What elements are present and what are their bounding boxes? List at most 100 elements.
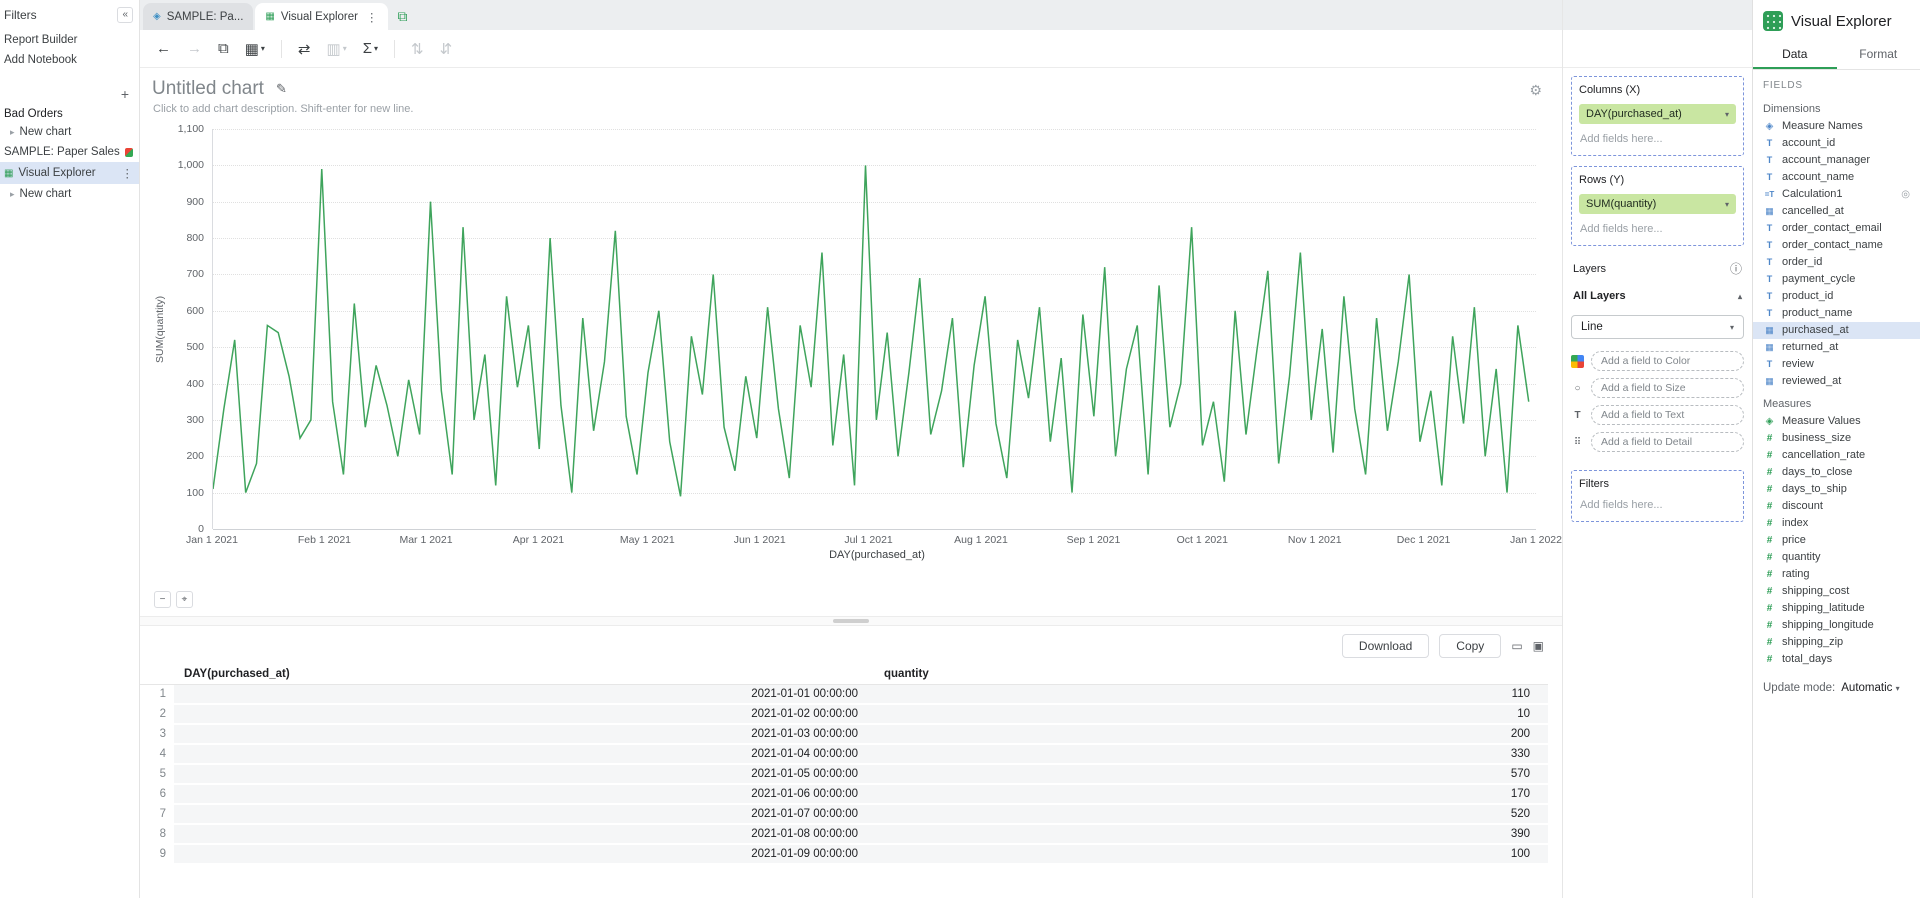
collapse-sidebar-icon[interactable]: «: [117, 7, 133, 23]
measure-field-item[interactable]: rating: [1753, 566, 1920, 583]
encoding-placeholder[interactable]: Add a field to Size: [1591, 378, 1744, 398]
measure-field-item[interactable]: days_to_ship: [1753, 481, 1920, 498]
dimension-field-item[interactable]: Calculation1 ◎: [1753, 186, 1920, 203]
resize-grip[interactable]: [833, 619, 869, 623]
caret-down-icon[interactable]: ▾: [1725, 200, 1729, 209]
add-item-icon[interactable]: +: [121, 86, 129, 102]
dimension-field-item[interactable]: order_contact_email: [1753, 220, 1920, 237]
encoding-placeholder[interactable]: Add a field to Color: [1591, 351, 1744, 371]
tab-format[interactable]: Format: [1837, 40, 1920, 69]
encoding-row[interactable]: Add a field to Color: [1571, 351, 1744, 371]
dimension-field-item[interactable]: order_id: [1753, 254, 1920, 271]
download-button[interactable]: Download: [1342, 634, 1429, 658]
measure-field-item[interactable]: total_days: [1753, 651, 1920, 668]
measure-field-item[interactable]: price: [1753, 532, 1920, 549]
measure-field-item[interactable]: quantity: [1753, 549, 1920, 566]
mark-type-select[interactable]: Line ▾: [1571, 315, 1744, 339]
columns-shelf[interactable]: Columns (X) DAY(purchased_at) ▾ Add fiel…: [1571, 76, 1744, 156]
measure-field-item[interactable]: shipping_zip: [1753, 634, 1920, 651]
dimension-field-item[interactable]: cancelled_at: [1753, 203, 1920, 220]
tab-menu-icon[interactable]: ⋮: [366, 10, 378, 24]
measure-field-item[interactable]: business_size: [1753, 430, 1920, 447]
measure-field-item[interactable]: cancellation_rate: [1753, 447, 1920, 464]
measure-field-item[interactable]: days_to_close: [1753, 464, 1920, 481]
dimension-field-item[interactable]: returned_at: [1753, 339, 1920, 356]
swap-axes-icon[interactable]: ⇄: [298, 40, 311, 58]
chart-description-placeholder[interactable]: Click to add chart description. Shift-en…: [153, 103, 1542, 115]
encoding-placeholder[interactable]: Add a field to Detail: [1591, 432, 1744, 452]
dimension-field-item[interactable]: account_id: [1753, 135, 1920, 152]
column-header-quantity[interactable]: quantity: [874, 664, 1548, 685]
copy-button[interactable]: Copy: [1439, 634, 1501, 658]
encoding-row[interactable]: Add a field to Size: [1571, 378, 1744, 398]
dimension-field-item[interactable]: payment_cycle: [1753, 271, 1920, 288]
sidebar-item-new-chart-2[interactable]: ▸ New chart: [0, 184, 139, 204]
all-layers-row[interactable]: All Layers ▴: [1571, 287, 1744, 305]
sidebar-item-visual-explorer[interactable]: ▦ Visual Explorer ⋮: [0, 162, 139, 184]
sidebar-item-sample-paper-sales[interactable]: SAMPLE: Paper Sales: [0, 142, 139, 162]
chart-type-icon[interactable]: ▦: [245, 40, 265, 58]
edit-title-icon[interactable]: ✎: [276, 81, 287, 97]
update-mode-select[interactable]: Automatic ▾: [1841, 682, 1899, 694]
table-row[interactable]: 5 2021-01-05 00:00:00 570: [140, 764, 1548, 784]
field-pill-sum-quantity[interactable]: SUM(quantity) ▾: [1579, 194, 1736, 214]
expand-table-icon[interactable]: ▣: [1533, 639, 1544, 653]
kebab-menu-icon[interactable]: ⋮: [122, 166, 134, 180]
tab-sample-paper-sales[interactable]: ◈ SAMPLE: Pa...: [143, 3, 253, 30]
dimension-field-item[interactable]: Measure Names: [1753, 118, 1920, 135]
table-row[interactable]: 4 2021-01-04 00:00:00 330: [140, 744, 1548, 764]
field-pill-day-purchased-at[interactable]: DAY(purchased_at) ▾: [1579, 104, 1736, 124]
measure-field-item[interactable]: shipping_longitude: [1753, 617, 1920, 634]
dimension-field-item[interactable]: product_id: [1753, 288, 1920, 305]
pan-icon[interactable]: ⌖: [176, 591, 193, 608]
filters-add-fields-placeholder[interactable]: Add fields here...: [1579, 498, 1736, 514]
sort-asc-icon[interactable]: ⇅: [411, 40, 424, 58]
table-row[interactable]: 6 2021-01-06 00:00:00 170: [140, 784, 1548, 804]
info-icon[interactable]: ⓘ: [1730, 260, 1742, 277]
bin-icon[interactable]: ▥: [327, 40, 347, 58]
dimension-field-item[interactable]: account_name: [1753, 169, 1920, 186]
table-row[interactable]: 8 2021-01-08 00:00:00 390: [140, 824, 1548, 844]
tab-visual-explorer[interactable]: ▦ Visual Explorer ⋮: [255, 3, 387, 30]
measure-field-item[interactable]: shipping_cost: [1753, 583, 1920, 600]
sort-desc-icon[interactable]: ⇵: [440, 40, 453, 58]
chart-title[interactable]: Untitled chart: [152, 78, 264, 100]
dimension-field-item[interactable]: purchased_at: [1753, 322, 1920, 339]
measure-field-item[interactable]: discount: [1753, 498, 1920, 515]
column-header-date[interactable]: DAY(purchased_at): [174, 664, 874, 685]
new-tab-icon[interactable]: ⧉: [398, 8, 408, 25]
rows-shelf[interactable]: Rows (Y) SUM(quantity) ▾ Add fields here…: [1571, 166, 1744, 246]
zoom-out-icon[interactable]: −: [154, 591, 171, 608]
forward-icon[interactable]: →: [187, 40, 202, 57]
sidebar-item-report-builder[interactable]: Report Builder: [0, 30, 139, 50]
caret-down-icon[interactable]: ▾: [1725, 110, 1729, 119]
columns-add-fields-placeholder[interactable]: Add fields here...: [1579, 132, 1736, 148]
dimension-field-item[interactable]: reviewed_at: [1753, 373, 1920, 390]
dimension-field-item[interactable]: review: [1753, 356, 1920, 373]
sidebar-item-new-chart-1[interactable]: ▸ New chart: [0, 122, 139, 142]
measure-field-item[interactable]: index: [1753, 515, 1920, 532]
rows-add-fields-placeholder[interactable]: Add fields here...: [1579, 222, 1736, 238]
dimension-field-item[interactable]: account_manager: [1753, 152, 1920, 169]
table-row[interactable]: 9 2021-01-09 00:00:00 100: [140, 844, 1548, 864]
dimension-field-item[interactable]: order_contact_name: [1753, 237, 1920, 254]
filters-shelf[interactable]: Filters Add fields here...: [1571, 470, 1744, 522]
table-row[interactable]: 1 2021-01-01 00:00:00 110: [140, 685, 1548, 705]
measure-field-item[interactable]: Measure Values: [1753, 413, 1920, 430]
add-cell-icon[interactable]: ⧉: [218, 40, 229, 57]
sidebar-item-add-notebook[interactable]: Add Notebook: [0, 50, 139, 70]
tab-data[interactable]: Data: [1753, 40, 1837, 69]
collapse-table-icon[interactable]: ▭: [1511, 639, 1522, 653]
aggregate-icon[interactable]: Σ: [363, 40, 378, 57]
chart-plot[interactable]: [212, 129, 1536, 529]
table-row[interactable]: 3 2021-01-03 00:00:00 200: [140, 724, 1548, 744]
table-row[interactable]: 2 2021-01-02 00:00:00 10: [140, 704, 1548, 724]
encoding-row[interactable]: Add a field to Text: [1571, 405, 1744, 425]
encoding-placeholder[interactable]: Add a field to Text: [1591, 405, 1744, 425]
sidebar-item-bad-orders[interactable]: Bad Orders: [0, 104, 139, 122]
measure-field-item[interactable]: shipping_latitude: [1753, 600, 1920, 617]
chart-settings-icon[interactable]: ⚙: [1529, 82, 1542, 99]
dimension-field-item[interactable]: product_name: [1753, 305, 1920, 322]
encoding-row[interactable]: Add a field to Detail: [1571, 432, 1744, 452]
table-row[interactable]: 7 2021-01-07 00:00:00 520: [140, 804, 1548, 824]
